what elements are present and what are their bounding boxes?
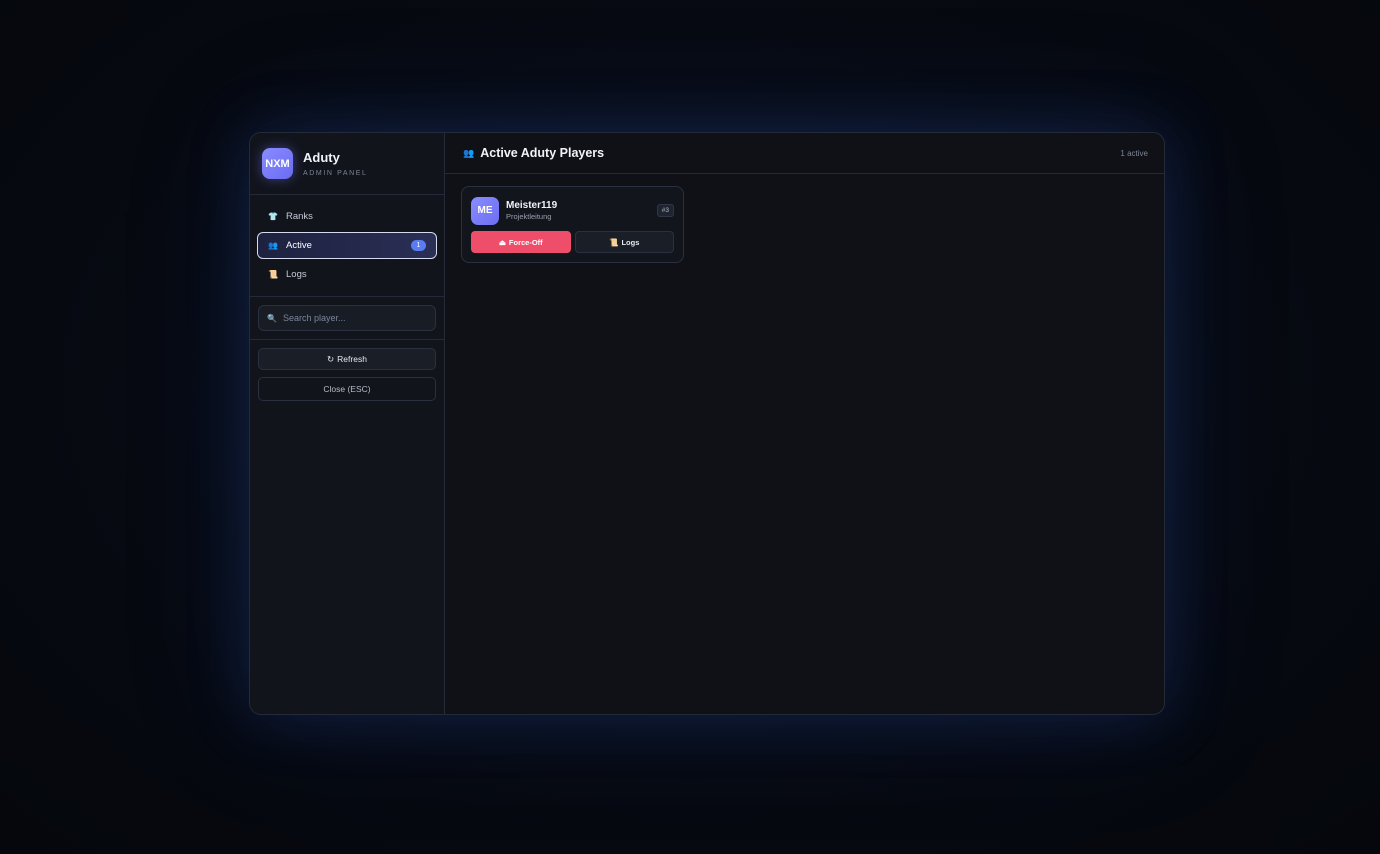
search-input[interactable] xyxy=(282,313,427,323)
sidebar-item-ranks[interactable]: 👕 Ranks xyxy=(257,203,437,230)
sidebar: NXM Aduty ADMIN PANEL 👕 Ranks 👥 Active 1… xyxy=(250,133,445,714)
player-role: Projektleitung xyxy=(506,212,552,221)
search-section: 🔍 xyxy=(250,297,444,340)
search-box: 🔍 xyxy=(258,305,436,331)
eject-icon: ⏏ xyxy=(498,237,506,247)
search-icon: 🔍 xyxy=(267,313,277,323)
page-title: 👥 Active Aduty Players xyxy=(463,146,604,160)
refresh-label: Refresh xyxy=(337,354,367,364)
sidebar-item-label: Ranks xyxy=(286,211,313,222)
player-logs-label: Logs xyxy=(621,237,640,247)
shirt-icon: 👕 xyxy=(268,212,278,221)
sidebar-item-logs[interactable]: 📜 Logs xyxy=(257,261,437,288)
main-content: 👥 Active Aduty Players 1 active ME Meist… xyxy=(445,133,1164,714)
page-title-text: Active Aduty Players xyxy=(480,146,605,160)
admin-panel: NXM Aduty ADMIN PANEL 👕 Ranks 👥 Active 1… xyxy=(249,132,1165,715)
brand-title: Aduty xyxy=(303,150,340,165)
people-icon: 👥 xyxy=(268,241,278,250)
force-off-button[interactable]: ⏏ Force-Off xyxy=(471,231,571,253)
brand-logo: NXM xyxy=(262,148,293,179)
player-list: ME Meister119 Projektleitung #3 ⏏ Force-… xyxy=(445,174,1164,275)
player-id-badge: #3 xyxy=(656,204,674,217)
avatar: ME xyxy=(471,196,499,225)
player-logs-button[interactable]: 📜 Logs xyxy=(574,231,674,253)
refresh-icon: ↻ xyxy=(327,353,335,364)
brand-header: NXM Aduty ADMIN PANEL xyxy=(250,133,444,195)
sidebar-item-label: Active xyxy=(286,240,312,251)
scroll-icon: 📜 xyxy=(609,237,619,247)
sidebar-item-label: Logs xyxy=(286,269,307,280)
brand-subtitle: ADMIN PANEL xyxy=(303,170,368,177)
main-header: 👥 Active Aduty Players 1 active xyxy=(445,133,1164,174)
force-off-label: Force-Off xyxy=(508,237,543,247)
scroll-icon: 📜 xyxy=(268,270,278,279)
active-count-badge: 1 xyxy=(411,240,426,251)
active-count: 1 active xyxy=(1120,148,1148,158)
sidebar-nav: 👕 Ranks 👥 Active 1 📜 Logs xyxy=(250,195,444,297)
refresh-button[interactable]: ↻ Refresh xyxy=(258,348,436,370)
sidebar-actions: ↻ Refresh Close (ESC) xyxy=(250,340,444,416)
player-card: ME Meister119 Projektleitung #3 ⏏ Force-… xyxy=(461,186,684,263)
close-button[interactable]: Close (ESC) xyxy=(258,377,436,401)
player-name: Meister119 xyxy=(506,200,558,211)
people-icon: 👥 xyxy=(463,147,475,158)
sidebar-item-active[interactable]: 👥 Active 1 xyxy=(257,232,437,259)
